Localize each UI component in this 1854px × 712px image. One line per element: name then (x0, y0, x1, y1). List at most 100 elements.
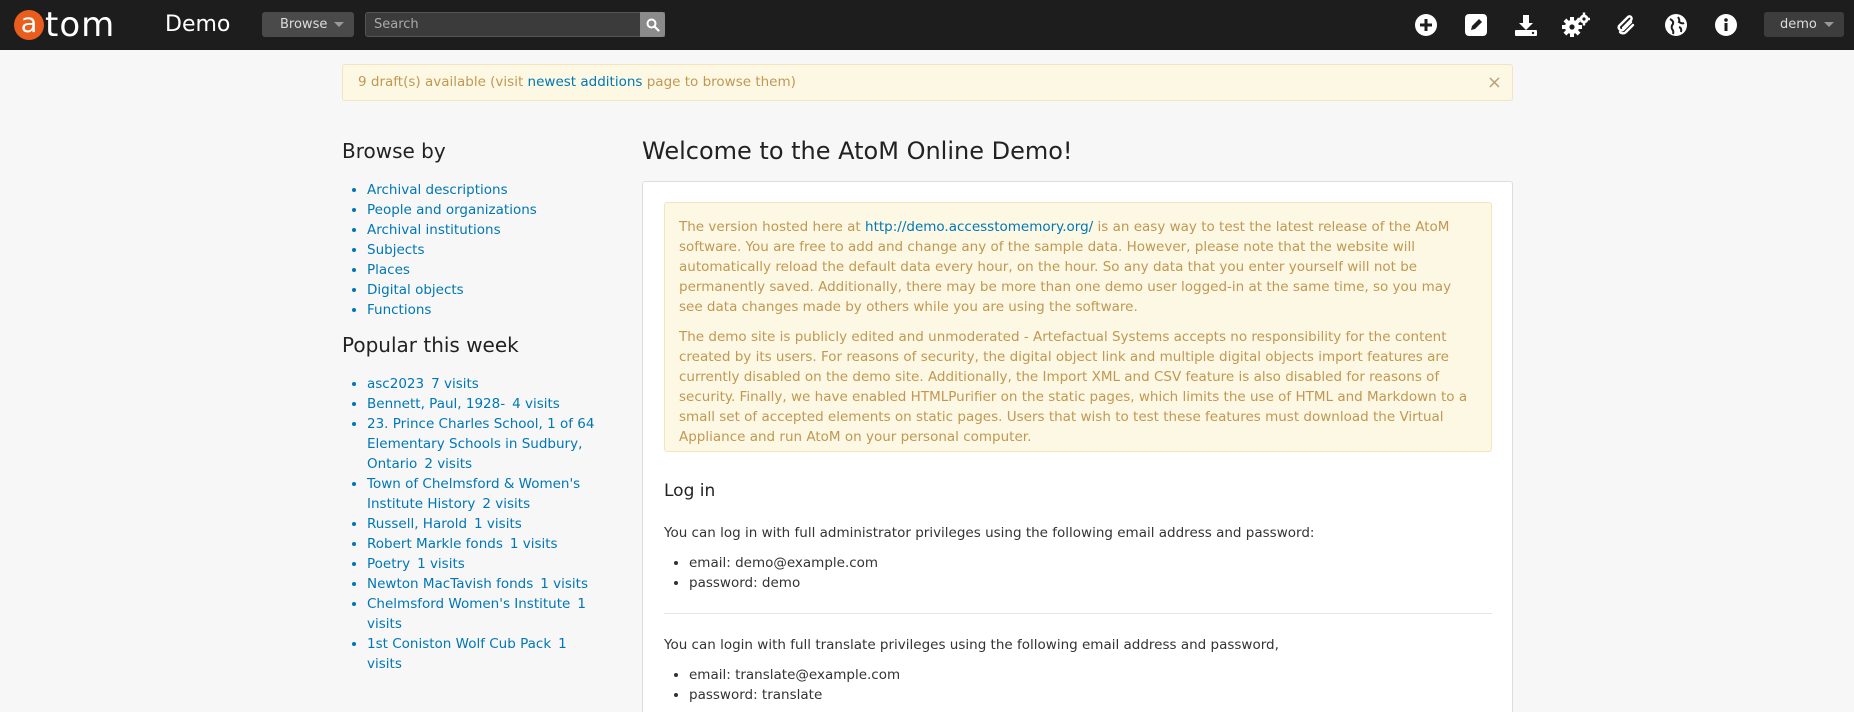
popular-item-title: asc2023 (367, 376, 425, 392)
browse-by-item: Digital objects (367, 280, 602, 300)
user-label: demo (1780, 17, 1817, 32)
browse-by-item: People and organizations (367, 200, 602, 220)
browse-by-item: Archival descriptions (367, 180, 602, 200)
popular-item-title: 1st Coniston Wolf Cub Pack (367, 636, 552, 652)
admin-credentials-intro: You can log in with full administrator p… (664, 525, 1315, 541)
browse-by-link[interactable]: Subjects (367, 242, 425, 258)
popular-item-link[interactable]: Bennett, Paul, 1928- 4 visits (367, 396, 560, 412)
login-heading: Log in (664, 481, 716, 501)
translate-password: password: translate (689, 685, 900, 705)
popular-item-title: Bennett, Paul, 1928- (367, 396, 506, 412)
translate-credentials-list: email: translate@example.com password: t… (689, 665, 900, 705)
popular-item-visits: 1 visits (417, 556, 465, 572)
static-page-content: The version hosted here at http://demo.a… (642, 181, 1513, 712)
quick-links-menu-button[interactable] (1711, 10, 1741, 40)
popular-item: 23. Prince Charles School, 1 of 64 Eleme… (367, 414, 602, 474)
popular-item-link[interactable]: Town of Chelmsford & Women's Institute H… (367, 476, 580, 512)
popular-item-title: Russell, Harold (367, 516, 468, 532)
popular-item-title: Newton MacTavish fonds (367, 576, 534, 592)
popular-item-visits: 7 visits (431, 376, 479, 392)
browse-by-list: Archival descriptions People and organiza… (342, 180, 602, 320)
popular-item-visits: 4 visits (512, 396, 560, 412)
logo-text: tom (45, 5, 116, 45)
language-icon (1665, 14, 1687, 36)
popular-item-title: Robert Markle fonds (367, 536, 503, 552)
popular-item: Newton MacTavish fonds 1 visits (367, 574, 602, 594)
popular-item-link[interactable]: Newton MacTavish fonds 1 visits (367, 576, 588, 592)
search-input[interactable] (365, 12, 665, 37)
browse-by-link[interactable]: Places (367, 262, 410, 278)
notice-p1-before: The version hosted here at (679, 219, 866, 235)
demo-site-link[interactable]: http://demo.accesstomemory.org/ (865, 219, 1093, 235)
notice-paragraph-1: The version hosted here at http://demo.a… (679, 217, 1477, 317)
page-title: Welcome to the AtoM Online Demo! (642, 137, 1073, 165)
browse-by-heading: Browse by (342, 139, 446, 163)
popular-item-title: 23. Prince Charles School, 1 of 64 Eleme… (367, 416, 595, 472)
alert-text-after: page to browse them) (642, 74, 796, 90)
drafts-alert: 9 draft(s) available (visit newest addit… (342, 64, 1513, 101)
admin-email: email: demo@example.com (689, 553, 878, 573)
popular-item-title: Chelmsford Women's Institute (367, 596, 571, 612)
clipboard-menu-button[interactable] (1611, 10, 1641, 40)
browse-by-link[interactable]: Digital objects (367, 282, 464, 298)
popular-item-visits: 1 visits (509, 536, 558, 552)
popular-item: Town of Chelmsford & Women's Institute H… (367, 474, 602, 514)
browse-by-item: Functions (367, 300, 602, 320)
popular-item-link[interactable]: 1st Coniston Wolf Cub Pack 1 visits (367, 636, 567, 672)
popular-item: 1st Coniston Wolf Cub Pack1 visits (367, 634, 602, 674)
divider (664, 613, 1492, 614)
popular-item-link[interactable]: asc2023 7 visits (367, 376, 479, 392)
import-menu-button[interactable] (1511, 10, 1541, 40)
popular-item-link[interactable]: Russell, Harold 1 visits (367, 516, 522, 532)
browse-by-item: Subjects (367, 240, 602, 260)
browse-by-item: Archival institutions (367, 220, 602, 240)
popular-item-visits: 1 visits (540, 576, 588, 592)
admin-menu-button[interactable] (1561, 10, 1591, 40)
manage-menu-button[interactable] (1461, 10, 1491, 40)
clipboard-icon (1617, 15, 1635, 35)
browse-menu-button[interactable]: Browse (262, 12, 354, 37)
popular-item: Chelmsford Women's Institute1 visits (367, 594, 602, 634)
browse-label: Browse (280, 17, 328, 32)
sidebar: Browse by Archival descriptions People an… (342, 138, 602, 674)
browse-by-link[interactable]: Archival descriptions (367, 182, 508, 198)
popular-item-title: Poetry (367, 556, 411, 572)
user-menu-button[interactable]: demo (1764, 12, 1844, 37)
settings-icon (1562, 12, 1590, 37)
popular-item: asc2023 7 visits (367, 374, 602, 394)
popular-list: asc2023 7 visits Bennett, Paul, 1928- 4 vis… (342, 374, 602, 674)
popular-item-link[interactable]: Robert Markle fonds 1 visits (367, 536, 558, 552)
edit-icon (1465, 14, 1487, 36)
search-button[interactable] (640, 12, 665, 37)
popular-item-visits: 2 visits (482, 496, 531, 512)
add-icon (1415, 14, 1437, 36)
newest-additions-link[interactable]: newest additions (528, 74, 643, 90)
popular-item: Bennett, Paul, 1928- 4 visits (367, 394, 602, 414)
demo-notice: The version hosted here at http://demo.a… (664, 202, 1492, 452)
translate-email: email: translate@example.com (689, 665, 900, 685)
logo-letter: a (14, 10, 44, 40)
browse-by-link[interactable]: Functions (367, 302, 431, 318)
popular-item: Russell, Harold 1 visits (367, 514, 602, 534)
alert-text-before: 9 draft(s) available (visit (358, 74, 528, 90)
browse-by-link[interactable]: People and organizations (367, 202, 537, 218)
atom-logo[interactable]: a tom (14, 5, 115, 45)
add-menu-button[interactable] (1411, 10, 1441, 40)
popular-item: Poetry 1 visits (367, 554, 602, 574)
language-menu-button[interactable] (1661, 10, 1691, 40)
browse-by-link[interactable]: Archival institutions (367, 222, 501, 238)
popular-item-title: Town of Chelmsford & Women's Institute H… (367, 476, 581, 512)
popular-item: Robert Markle fonds 1 visits (367, 534, 602, 554)
popular-item-visits: 2 visits (424, 456, 473, 472)
admin-password: password: demo (689, 573, 878, 593)
search-icon (646, 18, 660, 32)
popular-item-link[interactable]: Poetry 1 visits (367, 556, 465, 572)
notice-paragraph-2: The demo site is publicly edited and unm… (679, 329, 1468, 445)
translate-credentials-intro: You can login with full translate privil… (664, 637, 1279, 653)
popular-item-link[interactable]: 23. Prince Charles School, 1 of 64 Eleme… (367, 416, 595, 472)
top-navbar: a tom Demo Browse Search demo (0, 0, 1854, 50)
site-name[interactable]: Demo (165, 10, 230, 40)
popular-item-link[interactable]: Chelmsford Women's Institute 1 visits (367, 596, 586, 632)
close-icon[interactable]: × (1487, 65, 1502, 100)
import-icon (1515, 15, 1537, 36)
